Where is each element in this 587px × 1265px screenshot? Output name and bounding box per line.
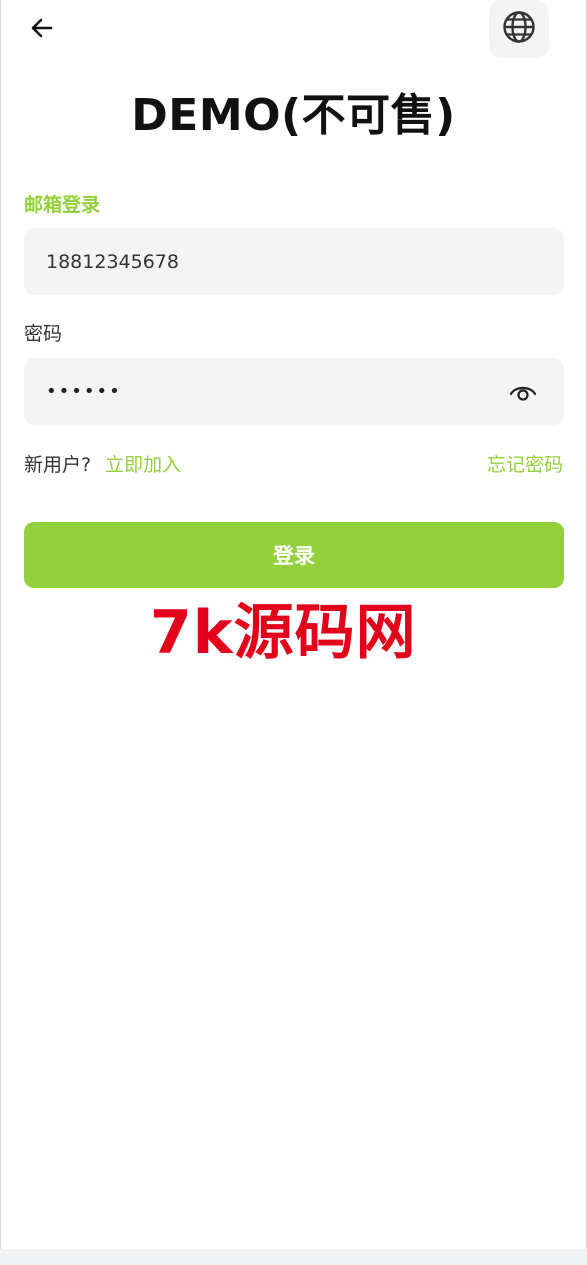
account-links-row: 新用户? 立即加入 忘记密码 — [24, 451, 564, 479]
password-input-value: •••••• — [46, 380, 122, 402]
globe-icon — [502, 10, 536, 48]
back-button[interactable] — [26, 14, 58, 46]
login-button[interactable]: 登录 — [24, 522, 564, 588]
arrow-left-icon — [29, 15, 55, 45]
language-button[interactable] — [489, 0, 549, 58]
forgot-password-link[interactable]: 忘记密码 — [487, 451, 563, 479]
watermark-logo: 7k源码网 — [150, 598, 417, 668]
bottom-bar — [0, 1249, 587, 1265]
join-now-link[interactable]: 立即加入 — [105, 454, 181, 476]
account-input-value: 18812345678 — [46, 250, 179, 273]
password-field[interactable]: •••••• — [24, 358, 564, 425]
eye-icon[interactable] — [508, 377, 538, 407]
new-user-prompt: 新用户? — [24, 454, 92, 476]
password-label: 密码 — [24, 323, 63, 345]
account-field[interactable]: 18812345678 — [24, 228, 564, 295]
page-title: DEMO(不可售) — [131, 90, 456, 141]
email-login-label: 邮箱登录 — [24, 194, 101, 216]
